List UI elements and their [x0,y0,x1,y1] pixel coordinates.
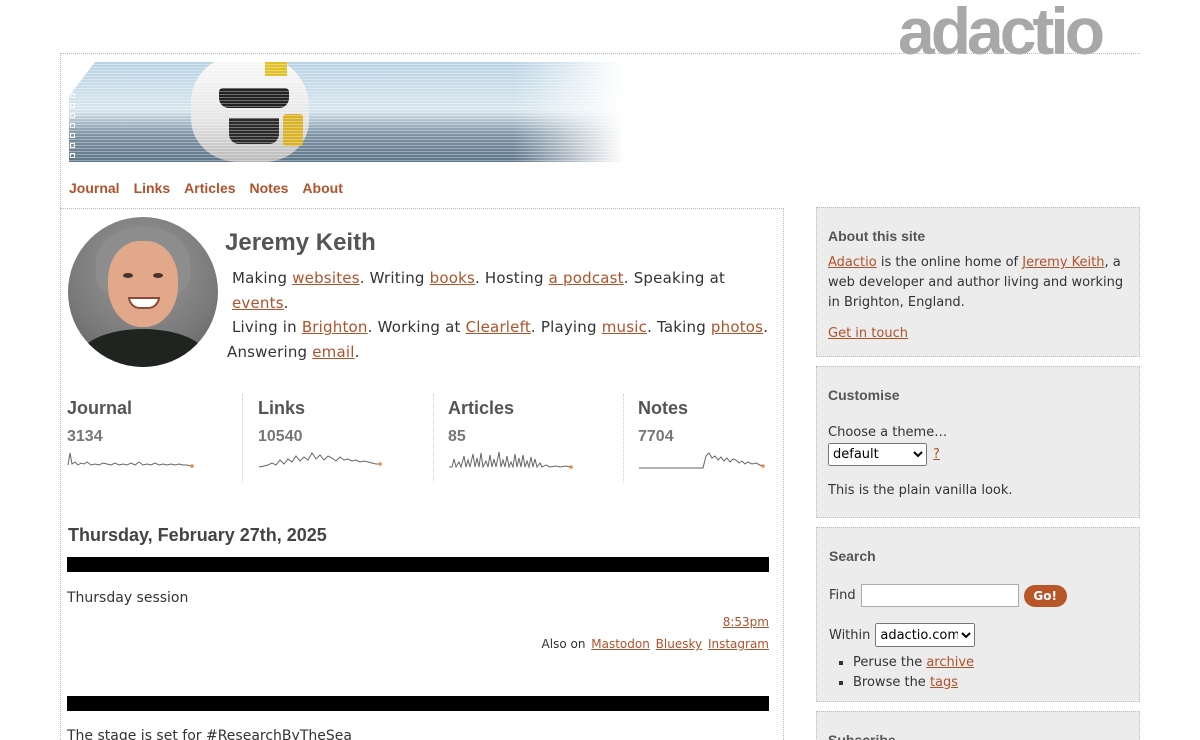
list-item: Browse the tags [853,673,1128,693]
customise-panel: Customise Choose a theme… default ? This… [816,366,1140,518]
within-select[interactable]: adactio.com [875,623,976,647]
about-text: Adactio is the online home of Jeremy Kei… [828,255,1124,310]
banner-image [69,62,624,162]
link-events[interactable]: events [232,294,284,312]
link-jeremy-keith[interactable]: Jeremy Keith [1022,255,1104,270]
banner-dots [70,93,76,162]
subscribe-panel: Subscribe [816,711,1140,740]
within-label: Within [829,627,871,643]
theme-description: This is the plain vanilla look. [828,483,1013,498]
stat-label: Notes [638,398,689,418]
profile-bio: Making websites. Writing books. Hosting … [227,269,769,361]
stat-count: 7704 [638,428,674,445]
go-button[interactable]: Go! [1023,584,1067,607]
theme-select[interactable]: default [828,443,927,466]
search-input[interactable] [860,584,1019,607]
link-bluesky[interactable]: Bluesky [656,637,702,651]
search-links: Peruse the archive Browse the tags [829,653,1128,693]
search-panel: Search Find Go! Within adactio.com Perus… [816,527,1140,702]
theme-help-link[interactable]: ? [933,447,940,462]
stat-articles[interactable]: Articles 85 [433,394,623,482]
sparkline-journal [67,452,194,468]
list-item: Peruse the archive [853,653,1128,673]
link-mastodon[interactable]: Mastodon [591,637,650,651]
nav-about[interactable]: About [302,180,342,196]
sparkline-articles [449,451,573,469]
entry-image[interactable] [67,557,769,572]
sparkline-notes [639,452,765,469]
masthead: Journal Links Articles Notes About [60,53,1140,208]
stat-count: 3134 [67,428,103,445]
stat-label: Links [258,398,306,418]
link-podcast[interactable]: a podcast [549,269,624,287]
date-heading: Thursday, February 27th, 2025 [68,525,327,545]
customise-title: Customise [828,387,900,403]
link-books[interactable]: books [430,269,475,287]
about-panel: About this site Adactio is the online ho… [816,207,1140,357]
link-clearleft[interactable]: Clearleft [466,318,531,336]
entry-permalink[interactable]: 8:53pm [723,615,769,629]
link-adactio[interactable]: Adactio [828,255,877,270]
stat-label: Journal [67,398,133,418]
main-content: Jeremy Keith Making websites. Writing bo… [60,208,784,740]
find-label: Find [829,588,856,603]
tags-link[interactable]: tags [930,675,958,690]
main-nav: Journal Links Articles Notes About [69,180,343,196]
stat-count: 10540 [258,428,303,445]
about-title: About this site [828,228,926,244]
stat-journal[interactable]: Journal 3134 [67,394,243,482]
sparkline-links [258,452,382,468]
stat-notes[interactable]: Notes 7704 [623,394,771,482]
link-email[interactable]: email [312,343,354,361]
link-brighton[interactable]: Brighton [302,318,368,336]
theme-label: Choose a theme… [828,425,948,440]
avatar [68,217,218,367]
stats-row: Journal 3134 Links 10540 Articles 85 Not… [67,394,771,482]
nav-journal[interactable]: Journal [69,180,120,196]
entry-text: The stage is set for #ResearchByTheSea [67,728,352,740]
nav-articles[interactable]: Articles [184,180,235,196]
entry-text: Thursday session [67,590,189,606]
profile-name: Jeremy Keith [225,229,376,256]
stat-label: Articles [448,398,515,418]
stat-count: 85 [448,428,466,445]
link-photos[interactable]: photos [711,318,763,336]
get-in-touch-link[interactable]: Get in touch [828,326,908,341]
also-on: Also on Mastodon Bluesky Instagram [541,637,769,651]
archive-link[interactable]: archive [926,655,974,670]
link-music[interactable]: music [602,318,647,336]
nav-notes[interactable]: Notes [250,180,289,196]
search-title: Search [829,548,876,564]
subscribe-title: Subscribe [828,732,896,740]
link-websites[interactable]: websites [292,269,360,287]
stat-links[interactable]: Links 10540 [242,394,433,482]
nav-links[interactable]: Links [134,180,171,196]
link-instagram[interactable]: Instagram [708,637,769,651]
entry-image[interactable] [67,696,769,711]
